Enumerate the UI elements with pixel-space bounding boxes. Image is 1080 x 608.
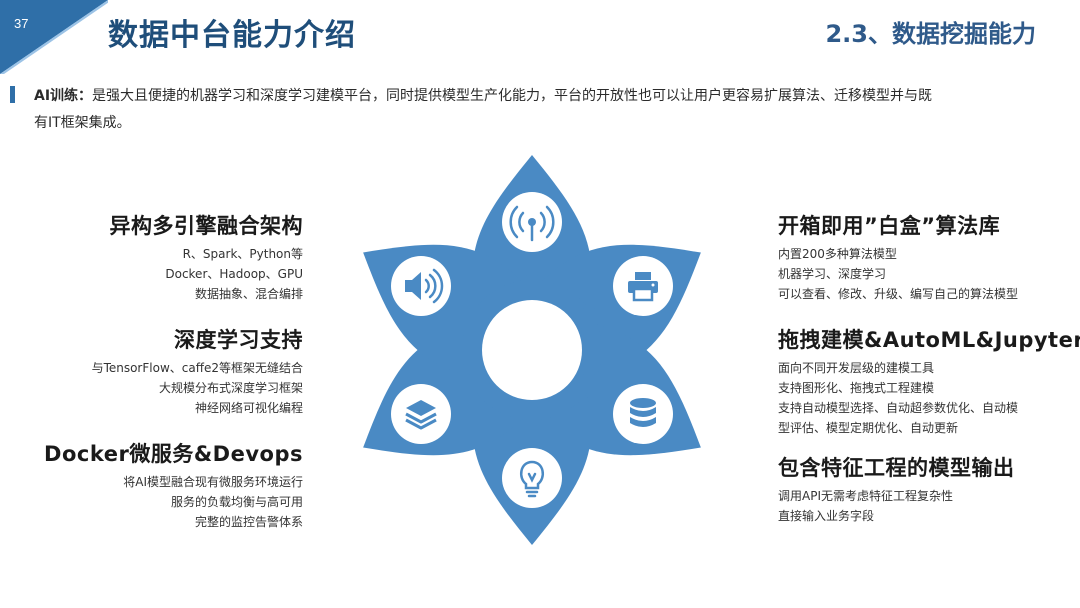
feature-line: 完整的监控告警体系 <box>194 515 303 529</box>
feature-line: 面向不同开发层级的建模工具 <box>778 361 935 375</box>
feature-title: Docker微服务&Devops <box>44 442 303 466</box>
capability-flower <box>360 155 704 545</box>
feature-line: 数据抽象、混合编排 <box>194 287 303 301</box>
feature-line: 与TensorFlow、caffe2等框架无缝结合 <box>91 361 303 375</box>
feature-line: 支持图形化、拖拽式工程建模 <box>778 381 935 395</box>
page-title: 数据中台能力介绍 <box>108 18 356 53</box>
intro-line1: 是强大且便捷的机器学习和深度学习建模平台，同时提供模型生产化能力，平台的开放性也… <box>92 88 933 104</box>
feature-block-docker: Docker微服务&Devops 将AI模型融合现有微服务环境运行 服务的负载均… <box>44 438 303 532</box>
feature-line: R、Spark、Python等 <box>182 247 303 261</box>
intro-paragraph: AI训练：是强大且便捷的机器学习和深度学习建模平台，同时提供模型生产化能力，平台… <box>34 83 1034 137</box>
intro-lead: AI训练： <box>34 88 93 104</box>
feature-line: 将AI模型融合现有微服务环境运行 <box>123 475 303 489</box>
feature-title: 异构多引擎融合架构 <box>109 214 303 238</box>
feature-block-heterogeneous: 异构多引擎融合架构 R、Spark、Python等 Docker、Hadoop、… <box>110 210 304 304</box>
feature-block-deep-learning: 深度学习支持 与TensorFlow、caffe2等框架无缝结合 大规模分布式深… <box>92 324 303 418</box>
intro-marker <box>10 86 15 103</box>
feature-line: 机器学习、深度学习 <box>778 267 887 281</box>
feature-title: 包含特征工程的模型输出 <box>778 456 1015 480</box>
feature-line: 支持自动模型选择、自动超参数优化、自动模 <box>778 401 1019 415</box>
feature-title: 拖拽建模&AutoML&Jupyter <box>778 328 1080 352</box>
feature-line: 型评估、模型定期优化、自动更新 <box>778 421 959 435</box>
section-title: 2.3、数据挖掘能力 <box>825 20 1036 48</box>
feature-line: Docker、Hadoop、GPU <box>165 267 303 281</box>
intro-line2: 有IT框架集成。 <box>34 115 131 131</box>
database-icon <box>630 398 656 427</box>
feature-line: 内置200多种算法模型 <box>778 247 897 261</box>
feature-title: 深度学习支持 <box>174 328 303 352</box>
corner-decoration <box>0 0 108 74</box>
feature-title: 开箱即用”白盒”算法库 <box>778 214 1001 238</box>
feature-line: 调用API无需考虑特征工程复杂性 <box>778 489 953 503</box>
page-number: 37 <box>14 16 29 31</box>
feature-block-feature-engineering: 包含特征工程的模型输出 调用API无需考虑特征工程复杂性 直接输入业务字段 <box>778 452 1015 526</box>
feature-block-drag-modeling: 拖拽建模&AutoML&Jupyter 面向不同开发层级的建模工具 支持图形化、… <box>778 324 1080 438</box>
feature-line: 神经网络可视化编程 <box>194 401 303 415</box>
feature-line: 服务的负载均衡与高可用 <box>170 495 303 509</box>
feature-line: 可以查看、修改、升级、编写自己的算法模型 <box>778 287 1019 301</box>
feature-block-algorithm-library: 开箱即用”白盒”算法库 内置200多种算法模型 机器学习、深度学习 可以查看、修… <box>778 210 1018 304</box>
feature-line: 大规模分布式深度学习框架 <box>158 381 303 395</box>
feature-line: 直接输入业务字段 <box>778 509 875 523</box>
